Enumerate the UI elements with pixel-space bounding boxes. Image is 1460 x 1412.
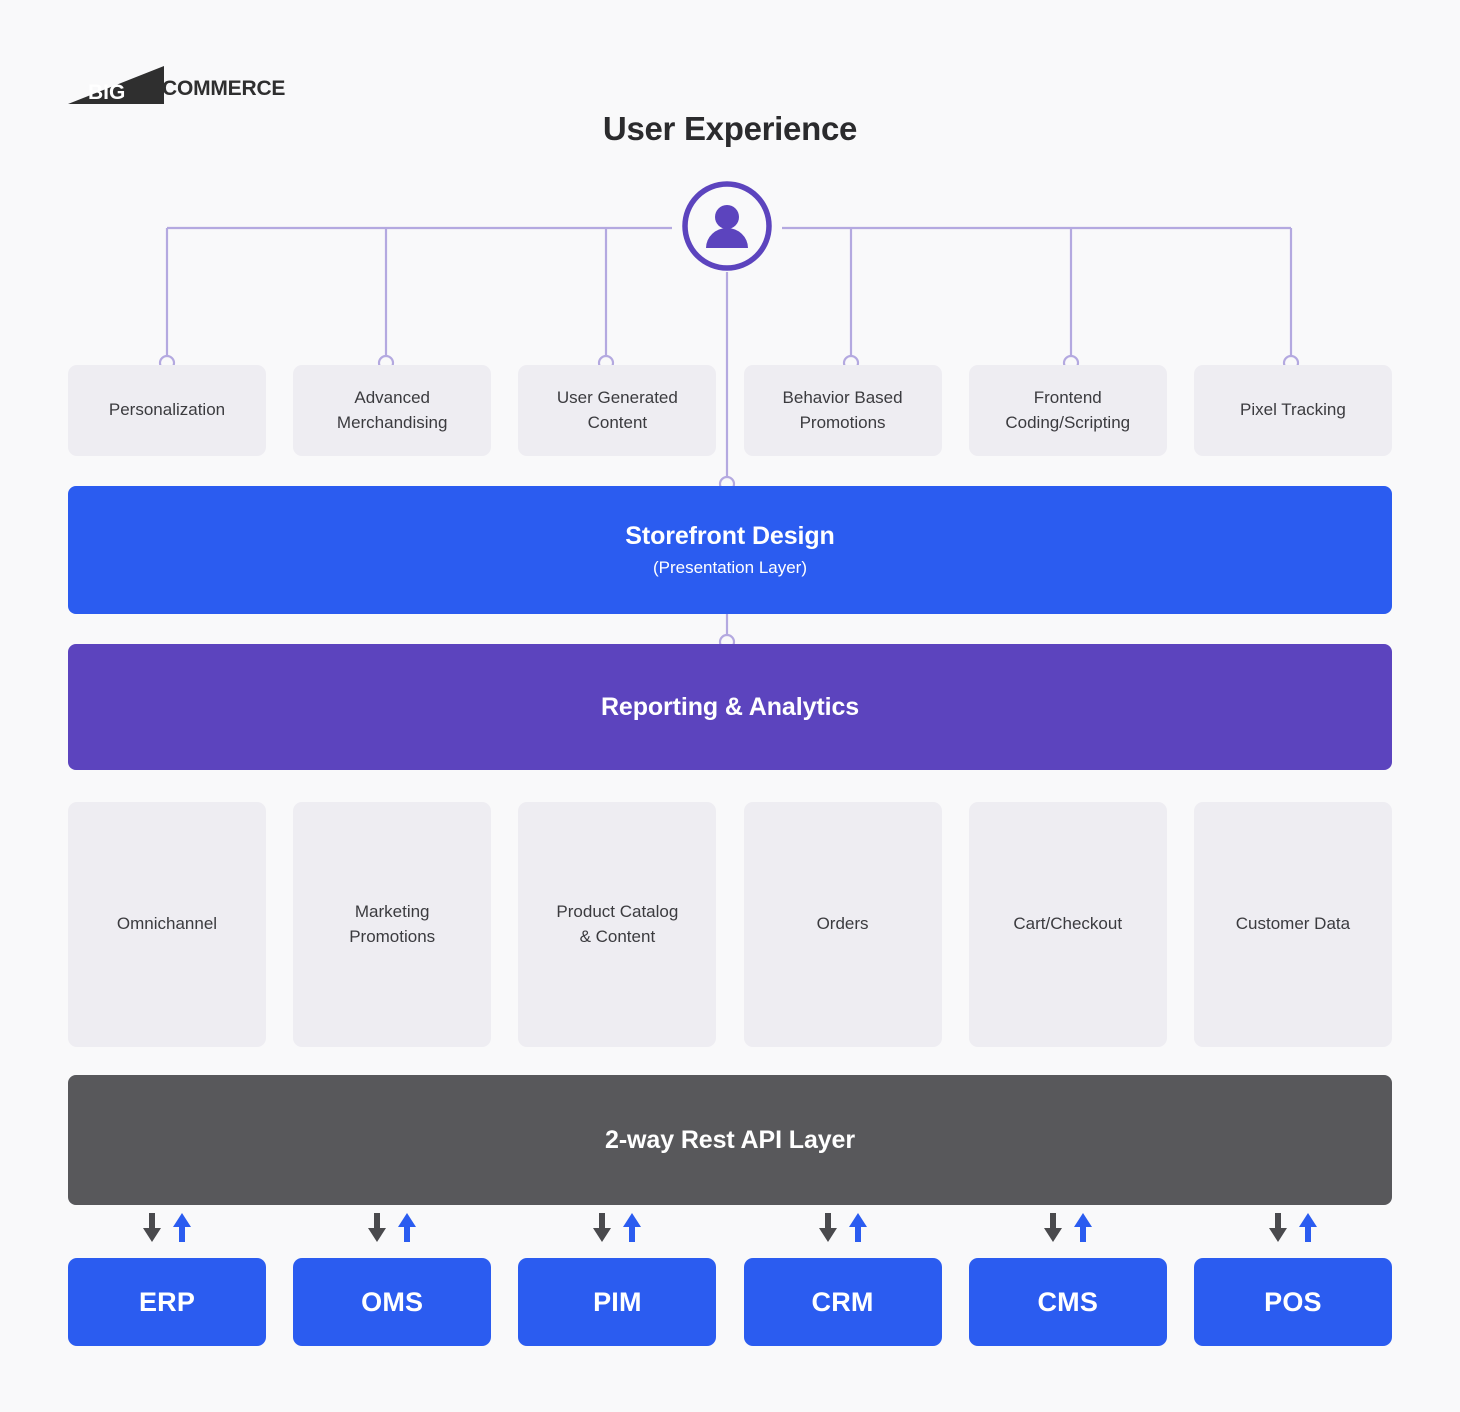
platform-module-label: Product Catalog & Content <box>556 901 679 946</box>
ux-feature-label: User Generated Content <box>556 387 678 432</box>
reporting-analytics-title: Reporting & Analytics <box>600 692 860 721</box>
integration-box[interactable]: PIM <box>518 1258 717 1346</box>
user-avatar-icon <box>681 180 773 272</box>
arrow-up-icon <box>171 1212 193 1248</box>
ux-feature-box[interactable]: Behavior Based Promotions <box>743 365 942 456</box>
platform-module-box[interactable]: Orders <box>743 802 942 1047</box>
diagram-canvas: BIG COMMERCE User Experience Personaliza… <box>0 0 1460 1412</box>
platform-module-box[interactable]: Product Catalog & Content <box>518 802 717 1047</box>
integration-label: CMS <box>1037 1286 1099 1317</box>
arrow-pair <box>293 1212 491 1248</box>
integration-label: POS <box>1264 1286 1322 1317</box>
integration-box[interactable]: CRM <box>743 1258 942 1346</box>
api-arrows-row <box>68 1212 1392 1248</box>
arrow-up-icon <box>847 1212 869 1248</box>
ux-feature-label: Behavior Based Promotions <box>782 387 903 432</box>
ux-feature-box[interactable]: User Generated Content <box>518 365 717 456</box>
storefront-design-title: Storefront Design <box>625 522 835 550</box>
arrow-up-icon <box>1297 1212 1319 1248</box>
platform-modules-row: Omnichannel Marketing Promotions Product … <box>68 802 1392 1047</box>
platform-module-box[interactable]: Cart/Checkout <box>968 802 1167 1047</box>
integration-box[interactable]: POS <box>1193 1258 1392 1346</box>
bigcommerce-logo: BIG COMMERCE <box>68 62 285 104</box>
integration-box[interactable]: ERP <box>68 1258 266 1346</box>
platform-module-box[interactable]: Omnichannel <box>68 802 266 1047</box>
integration-label: ERP <box>138 1286 196 1317</box>
arrow-up-icon <box>396 1212 418 1248</box>
integration-box[interactable]: CMS <box>968 1258 1167 1346</box>
arrow-down-icon <box>141 1212 163 1248</box>
arrow-pair <box>969 1212 1167 1248</box>
integrations-row: ERP OMS PIM CRM CMS POS <box>68 1258 1392 1346</box>
ux-feature-box[interactable]: Frontend Coding/Scripting <box>968 365 1167 456</box>
api-layer-title: 2-way Rest API Layer <box>605 1125 855 1154</box>
platform-module-label: Omnichannel <box>116 914 218 934</box>
platform-module-label: Customer Data <box>1235 914 1351 934</box>
api-layer-bar[interactable]: 2-way Rest API Layer <box>68 1075 1392 1205</box>
arrow-pair <box>744 1212 942 1248</box>
integration-label: PIM <box>593 1286 642 1317</box>
reporting-analytics-bar[interactable]: Reporting & Analytics <box>68 644 1392 770</box>
arrow-down-icon <box>366 1212 388 1248</box>
bigcommerce-logo-mark: BIG <box>68 66 164 104</box>
arrow-down-icon <box>1042 1212 1064 1248</box>
ux-feature-label: Personalization <box>108 400 226 420</box>
ux-feature-box[interactable]: Personalization <box>68 365 266 456</box>
arrow-down-icon <box>591 1212 613 1248</box>
arrow-up-icon <box>1072 1212 1094 1248</box>
page-title: User Experience <box>602 110 858 147</box>
platform-module-box[interactable]: Customer Data <box>1193 802 1392 1047</box>
platform-module-label: Orders <box>816 914 869 934</box>
ux-feature-label: Frontend Coding/Scripting <box>1005 387 1131 432</box>
integration-box[interactable]: OMS <box>293 1258 492 1346</box>
platform-module-label: Cart/Checkout <box>1013 914 1123 934</box>
arrow-pair <box>68 1212 266 1248</box>
arrow-pair <box>518 1212 716 1248</box>
arrow-up-icon <box>621 1212 643 1248</box>
platform-module-label: Marketing Promotions <box>349 901 436 946</box>
integration-label: CRM <box>811 1286 874 1317</box>
ux-feature-label: Pixel Tracking <box>1240 400 1346 420</box>
ux-feature-box[interactable]: Advanced Merchandising <box>293 365 492 456</box>
bigcommerce-logo-wordmark: COMMERCE <box>162 77 286 100</box>
storefront-design-bar[interactable]: Storefront Design (Presentation Layer) <box>68 486 1392 614</box>
platform-module-box[interactable]: Marketing Promotions <box>293 802 492 1047</box>
ux-feature-label: Advanced Merchandising <box>336 387 448 432</box>
arrow-down-icon <box>817 1212 839 1248</box>
arrow-down-icon <box>1267 1212 1289 1248</box>
ux-feature-box[interactable]: Pixel Tracking <box>1193 365 1392 456</box>
ux-features-row: Personalization Advanced Merchandising Us… <box>68 365 1392 456</box>
arrow-pair <box>1194 1212 1392 1248</box>
storefront-design-subtitle: (Presentation Layer) <box>652 558 808 577</box>
integration-label: OMS <box>361 1286 424 1317</box>
svg-text:BIG: BIG <box>88 81 125 104</box>
